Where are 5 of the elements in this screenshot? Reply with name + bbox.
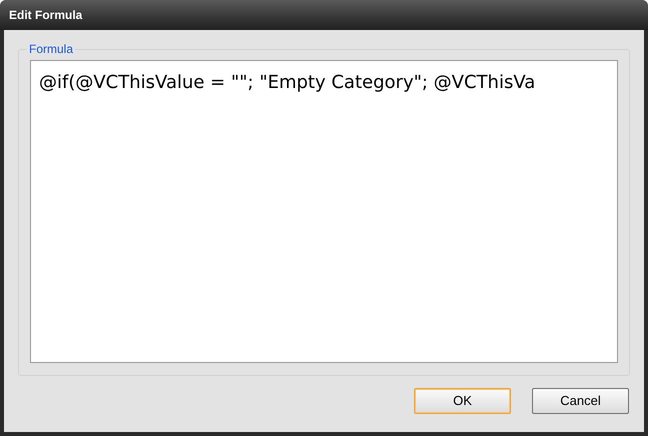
dialog-button[interactable]: Cancel — [532, 388, 629, 414]
dialog-button[interactable]: OK — [414, 388, 511, 414]
formula-field[interactable]: @if(@VCThisValue = ""; "Empty Category"; @VCThisVa — [30, 60, 618, 363]
group-legend: Formula — [27, 40, 76, 58]
window-title: Edit Formula — [9, 7, 82, 24]
